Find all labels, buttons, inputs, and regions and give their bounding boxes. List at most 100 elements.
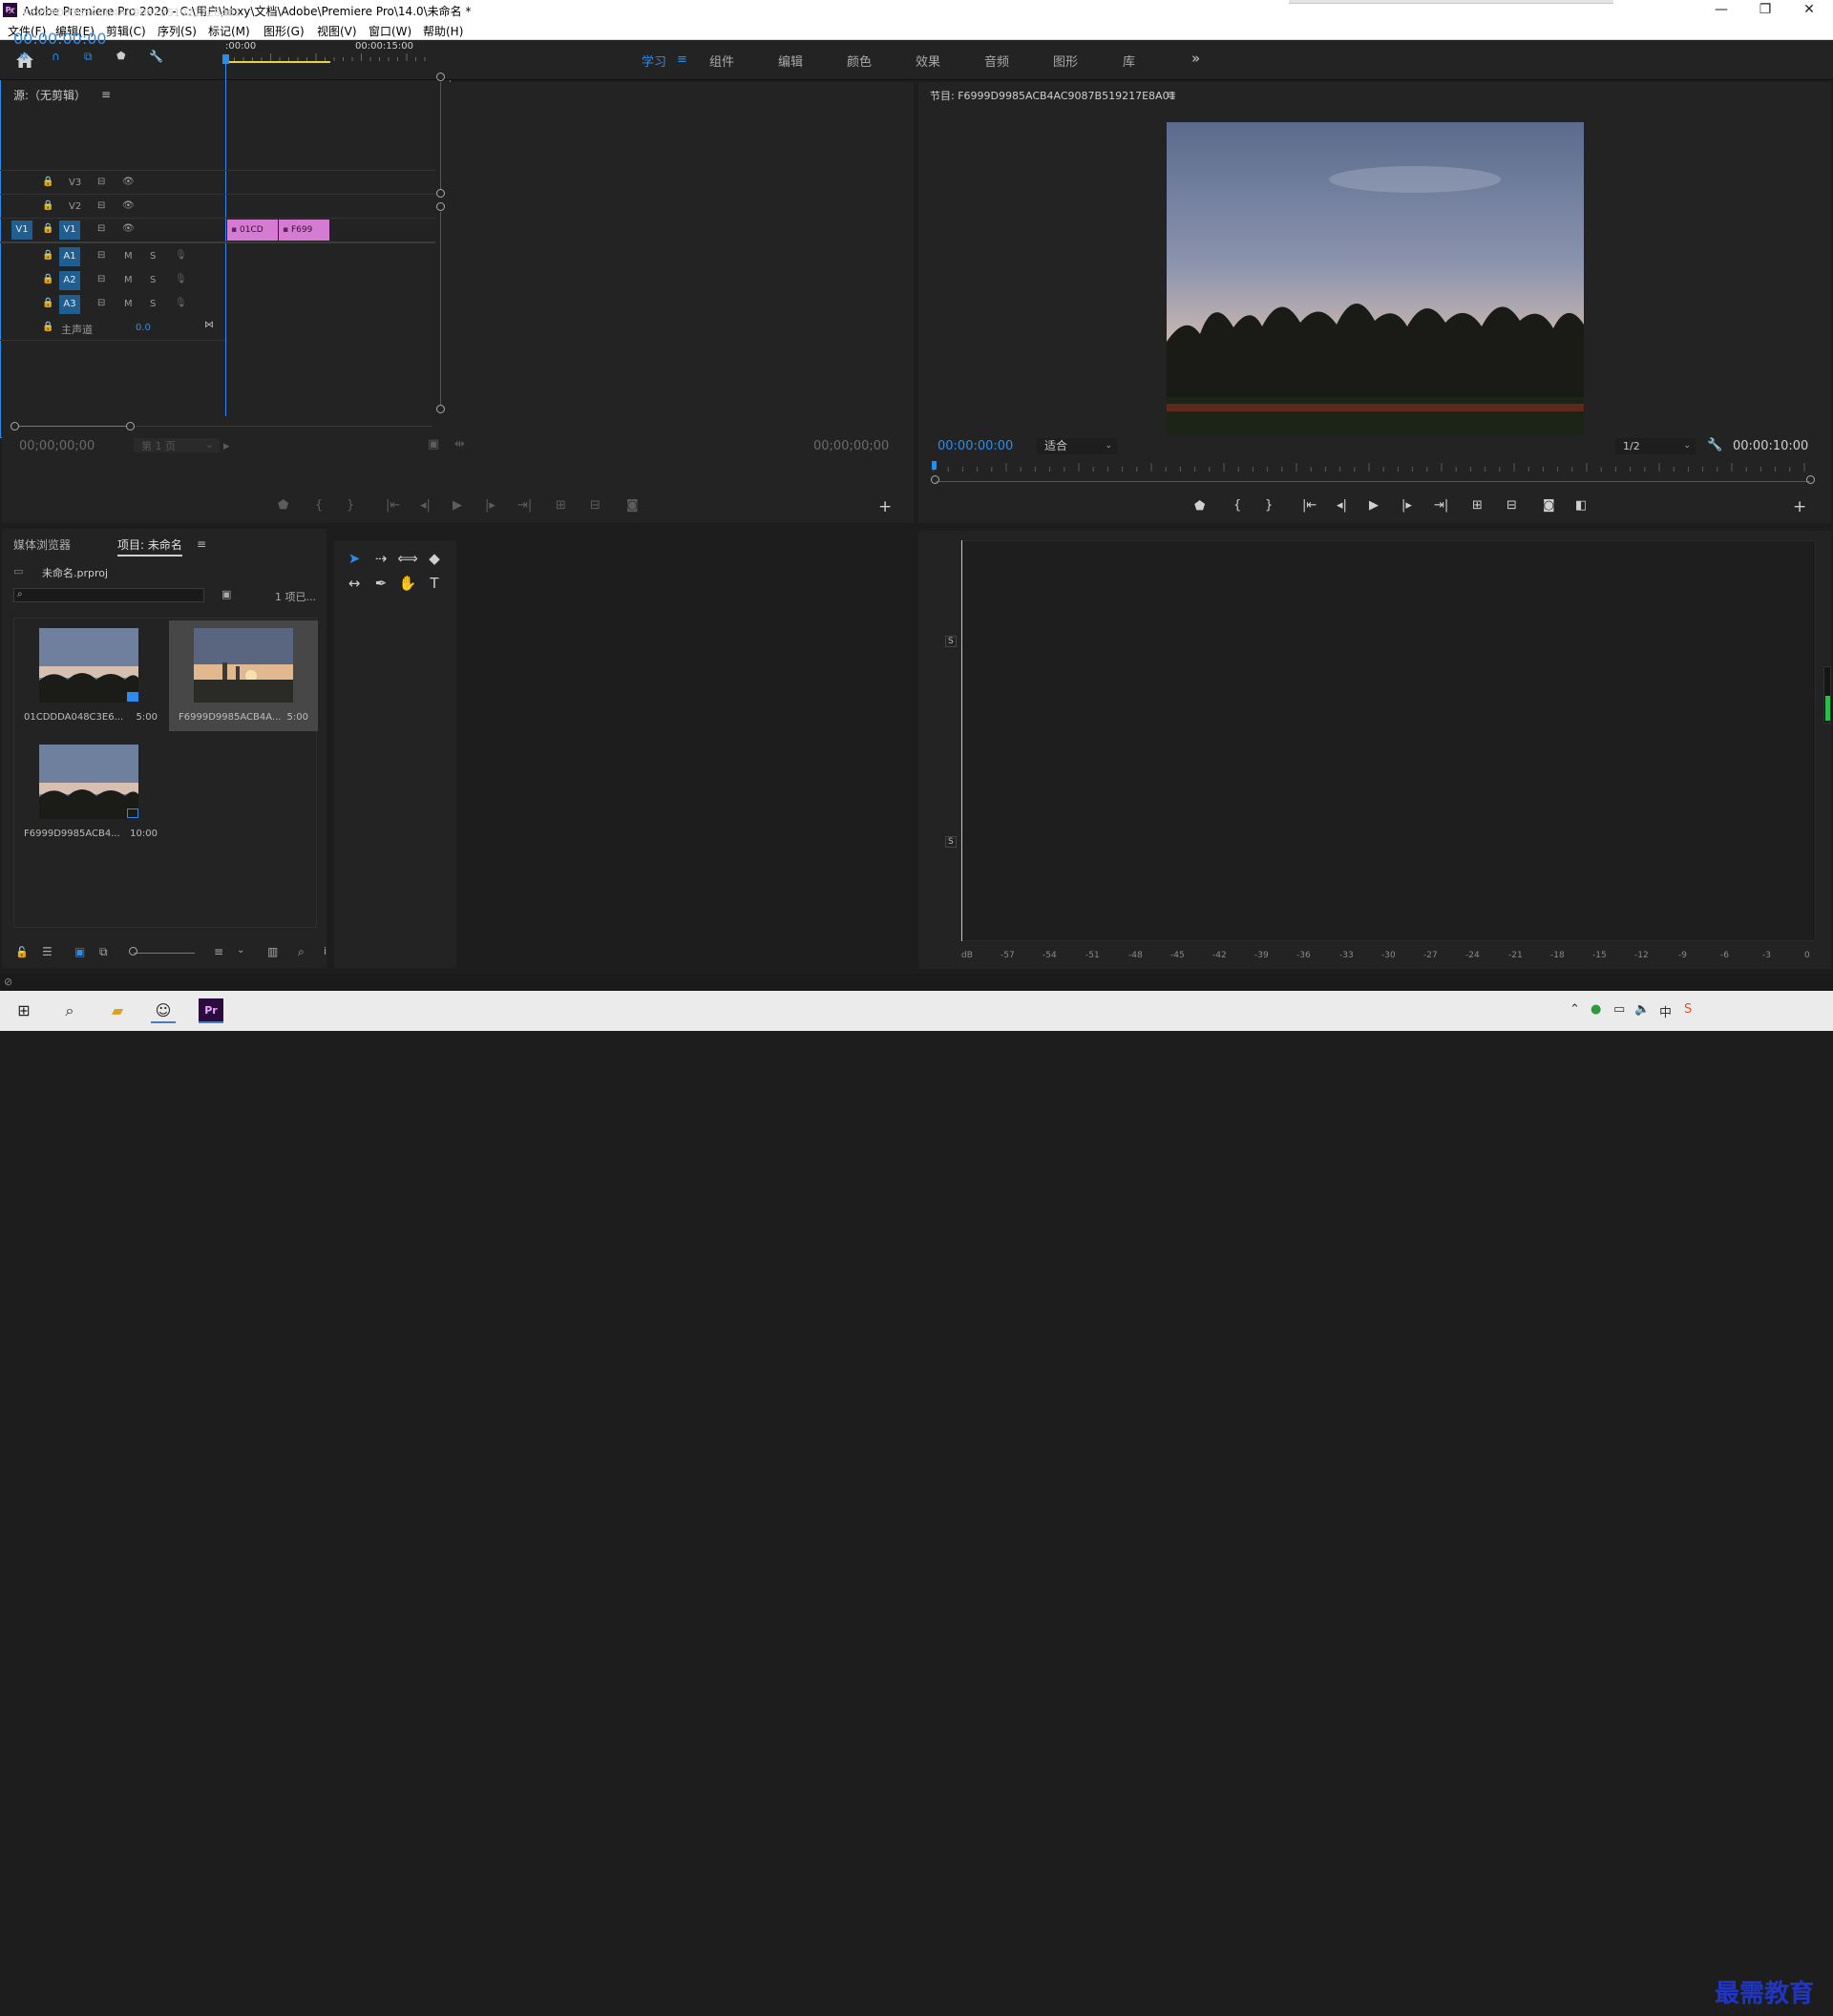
mark-out-icon[interactable]: } — [347, 498, 354, 513]
tray-app-icon[interactable]: ● — [1591, 1002, 1601, 1017]
freeform-view-icon[interactable]: ⧉ — [99, 945, 108, 959]
drag-video-icon[interactable]: ▣ — [428, 437, 439, 452]
step-forward-icon[interactable]: |▸ — [485, 498, 495, 513]
sync-lock-icon[interactable]: ⊟ — [97, 200, 105, 211]
video-scroll-handle-top[interactable] — [436, 73, 445, 81]
close-button[interactable]: ✕ — [1787, 0, 1831, 20]
workspace-menu-icon[interactable]: ≡ — [677, 52, 687, 67]
program-panel-menu-icon[interactable]: ≡ — [1167, 88, 1176, 101]
play-icon[interactable]: ▶ — [453, 498, 462, 513]
track-target-a1[interactable]: A1 — [59, 247, 80, 266]
tab-media-browser[interactable]: 媒体浏览器 — [13, 536, 71, 553]
linked-selection-icon[interactable]: ⧉ — [84, 50, 93, 64]
sync-lock-icon[interactable]: ⊟ — [97, 274, 105, 284]
project-item[interactable]: 01CDDDA048C3E6... 5:00 — [14, 620, 167, 731]
ime-icon[interactable]: 中 — [1659, 1002, 1672, 1020]
source-page-select[interactable]: 第 1 页 ⌄ — [134, 438, 220, 452]
go-to-out-icon[interactable]: ⋈ — [204, 320, 214, 330]
play-small-icon[interactable]: ▸ — [223, 439, 230, 453]
h-scroll-handle-right[interactable] — [126, 422, 135, 430]
file-explorer-icon[interactable]: ▰ — [105, 998, 130, 1023]
search-icon[interactable]: ⌕ — [57, 998, 82, 1023]
track-v1[interactable]: V1 🔒 V1 ⊟ 👁 — [0, 219, 220, 242]
workspace-tab-editing[interactable]: 编辑 — [778, 52, 803, 70]
mark-in-icon[interactable]: { — [1233, 498, 1241, 513]
drag-audio-icon[interactable]: ⇹ — [454, 437, 465, 452]
timeline-settings-icon[interactable]: 🔧 — [149, 50, 163, 63]
lock-icon[interactable]: 🔒 — [42, 322, 53, 332]
lock-icon[interactable]: 🔒 — [42, 200, 53, 211]
go-to-out-icon[interactable]: ⇥| — [517, 498, 532, 513]
solo-button[interactable]: S — [150, 275, 156, 285]
type-tool-icon[interactable]: T — [424, 573, 445, 594]
track-target-a2[interactable]: A2 — [59, 271, 80, 290]
lock-icon[interactable]: 🔒 — [42, 274, 53, 284]
menu-sequence[interactable]: 序列(S) — [158, 23, 197, 39]
video-scroll-handle-bottom[interactable] — [436, 189, 445, 198]
extract-icon[interactable]: ⊟ — [1506, 498, 1517, 513]
automate-to-sequence-icon[interactable]: ▥ — [267, 945, 278, 958]
workspace-overflow-icon[interactable]: » — [1191, 50, 1200, 67]
program-zoom-select[interactable]: 适合 ⌄ — [1037, 438, 1117, 454]
snap-icon[interactable]: ∩ — [52, 50, 60, 63]
sync-lock-icon[interactable]: ⊟ — [97, 177, 105, 187]
track-select-tool-icon[interactable]: ⇢ — [370, 548, 391, 569]
lock-icon[interactable]: 🔒 — [42, 177, 53, 187]
hand-tool-icon[interactable]: ✋ — [397, 573, 418, 594]
menu-clip[interactable]: 剪辑(C) — [106, 23, 146, 39]
minimize-button[interactable]: — — [1699, 0, 1743, 20]
workspace-tab-audio[interactable]: 音频 — [984, 52, 1009, 70]
step-back-icon[interactable]: ◂| — [420, 498, 431, 513]
go-to-out-icon[interactable]: ⇥| — [1434, 498, 1448, 513]
workspace-tab-effects[interactable]: 效果 — [916, 52, 940, 70]
track-v3[interactable]: 🔒 V3 ⊟ 👁 — [0, 172, 220, 195]
app-avatar-icon[interactable]: ☺ — [151, 998, 176, 1023]
microphone-icon[interactable]: 🎙 — [175, 298, 187, 308]
menu-view[interactable]: 视图(V) — [317, 23, 357, 39]
track-v2[interactable]: 🔒 V2 ⊟ 👁 — [0, 196, 220, 219]
audio-scrollbar[interactable] — [440, 212, 441, 405]
find-icon[interactable]: ⌕ — [298, 945, 305, 959]
add-button-icon[interactable]: + — [1793, 497, 1806, 516]
eye-icon[interactable]: 👁 — [122, 223, 135, 234]
timeline-clip[interactable]: ▪ F699 — [279, 220, 329, 241]
mute-button[interactable]: M — [124, 275, 133, 285]
solo-button[interactable]: S — [150, 251, 156, 262]
slip-tool-icon[interactable]: ↔ — [344, 573, 365, 594]
insert-icon[interactable]: ⊞ — [556, 498, 566, 513]
chevron-down-icon[interactable]: ⌄ — [237, 945, 244, 956]
tray-chevron-icon[interactable]: ⌃ — [1570, 1002, 1580, 1017]
project-item[interactable]: F6999D9985ACB4A... 5:00 — [169, 620, 318, 731]
close-sequence-icon[interactable]: ✕ — [8, 7, 15, 17]
ripple-edit-tool-icon[interactable]: ⟺ — [397, 548, 418, 569]
mark-in-icon[interactable]: { — [315, 498, 323, 513]
project-search-input[interactable]: ⌕ — [13, 588, 204, 602]
track-a1[interactable]: 🔒 A1 ⊟ M S 🎙 — [0, 245, 220, 268]
sort-icon[interactable]: ≡ — [214, 945, 223, 958]
project-panel-menu-icon[interactable]: ≡ — [197, 537, 206, 551]
eye-icon[interactable]: 👁 — [122, 200, 135, 211]
solo-right-button[interactable]: S — [945, 836, 957, 848]
track-target-v1[interactable]: V1 — [59, 220, 80, 240]
sync-lock-icon[interactable]: ⊟ — [97, 250, 105, 261]
zoom-slider-handle[interactable] — [129, 947, 137, 956]
program-current-timecode[interactable]: 00:00:00:00 — [938, 439, 1013, 453]
h-scroll-handle-left[interactable] — [11, 422, 19, 430]
volume-icon[interactable]: 🔈 — [1634, 1002, 1650, 1017]
razor-tool-icon[interactable]: ◆ — [424, 548, 445, 569]
horizontal-scrollbar[interactable] — [19, 426, 126, 427]
source-patch-v1[interactable]: V1 — [11, 220, 32, 240]
menu-help[interactable]: 帮助(H) — [423, 23, 463, 39]
new-bin-icon[interactable]: ▣ — [221, 588, 231, 600]
track-target-a3[interactable]: A3 — [59, 295, 80, 314]
go-to-in-icon[interactable]: |⇤ — [1302, 498, 1317, 513]
audio-scroll-handle-top[interactable] — [436, 202, 445, 211]
export-frame-icon[interactable]: ◙ — [1543, 498, 1555, 513]
new-item-icon[interactable]: i — [324, 945, 327, 957]
sogou-icon[interactable]: S — [1684, 1002, 1692, 1017]
timeline-clip[interactable]: ▪ 01CD — [227, 220, 278, 241]
track-a2[interactable]: 🔒 A2 ⊟ M S 🎙 — [0, 269, 220, 292]
lock-icon[interactable]: 🔒 — [42, 223, 53, 234]
play-icon[interactable]: ▶ — [1369, 498, 1379, 513]
zoom-slider[interactable] — [134, 953, 195, 954]
